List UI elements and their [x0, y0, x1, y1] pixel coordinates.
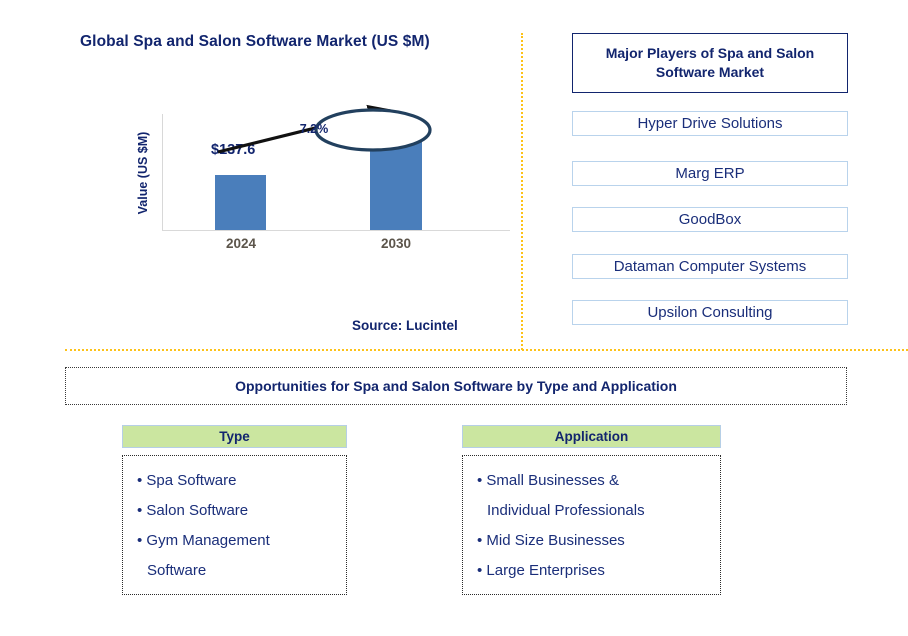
application-column-body: • Small Businesses & Individual Professi… [462, 455, 721, 595]
y-axis-line [162, 114, 163, 231]
players-panel-header: Major Players of Spa and Salon Software … [572, 33, 848, 93]
list-item: • Gym Management [137, 532, 270, 549]
player-item-5[interactable]: Upsilon Consulting [572, 300, 848, 325]
application-column-header: Application [462, 425, 721, 448]
list-item: • Small Businesses & [477, 472, 619, 489]
list-item: Individual Professionals [487, 502, 645, 519]
list-item: • Large Enterprises [477, 562, 605, 579]
type-column-body: • Spa Software • Salon Software • Gym Ma… [122, 455, 347, 595]
player-item-2[interactable]: Marg ERP [572, 161, 848, 186]
x-tick-label-2024: 2024 [225, 236, 257, 251]
y-axis-label: Value (US $M) [136, 131, 150, 215]
source-note: Source: Lucintel [352, 318, 458, 333]
player-item-4[interactable]: Dataman Computer Systems [572, 254, 848, 279]
list-item: • Spa Software [137, 472, 237, 489]
infographic-page: Global Spa and Salon Software Market (US… [0, 0, 908, 636]
bar-chart: Value (US $M) $137.6 $208.8 2024 2030 7.… [136, 100, 510, 260]
x-axis-line [162, 230, 510, 231]
horizontal-divider [65, 349, 908, 351]
cagr-value-label: 7.2% [299, 122, 329, 136]
player-item-3[interactable]: GoodBox [572, 207, 848, 232]
opportunities-banner: Opportunities for Spa and Salon Software… [65, 367, 847, 405]
list-item: Software [147, 562, 207, 579]
list-item: • Mid Size Businesses [477, 532, 625, 549]
player-item-1[interactable]: Hyper Drive Solutions [572, 111, 848, 136]
type-column-header: Type [122, 425, 347, 448]
x-tick-label-2030: 2030 [380, 236, 412, 251]
vertical-divider [521, 33, 523, 350]
bar-2024 [215, 175, 266, 230]
list-item: • Salon Software [137, 502, 249, 519]
chart-title: Global Spa and Salon Software Market (US… [80, 33, 430, 50]
